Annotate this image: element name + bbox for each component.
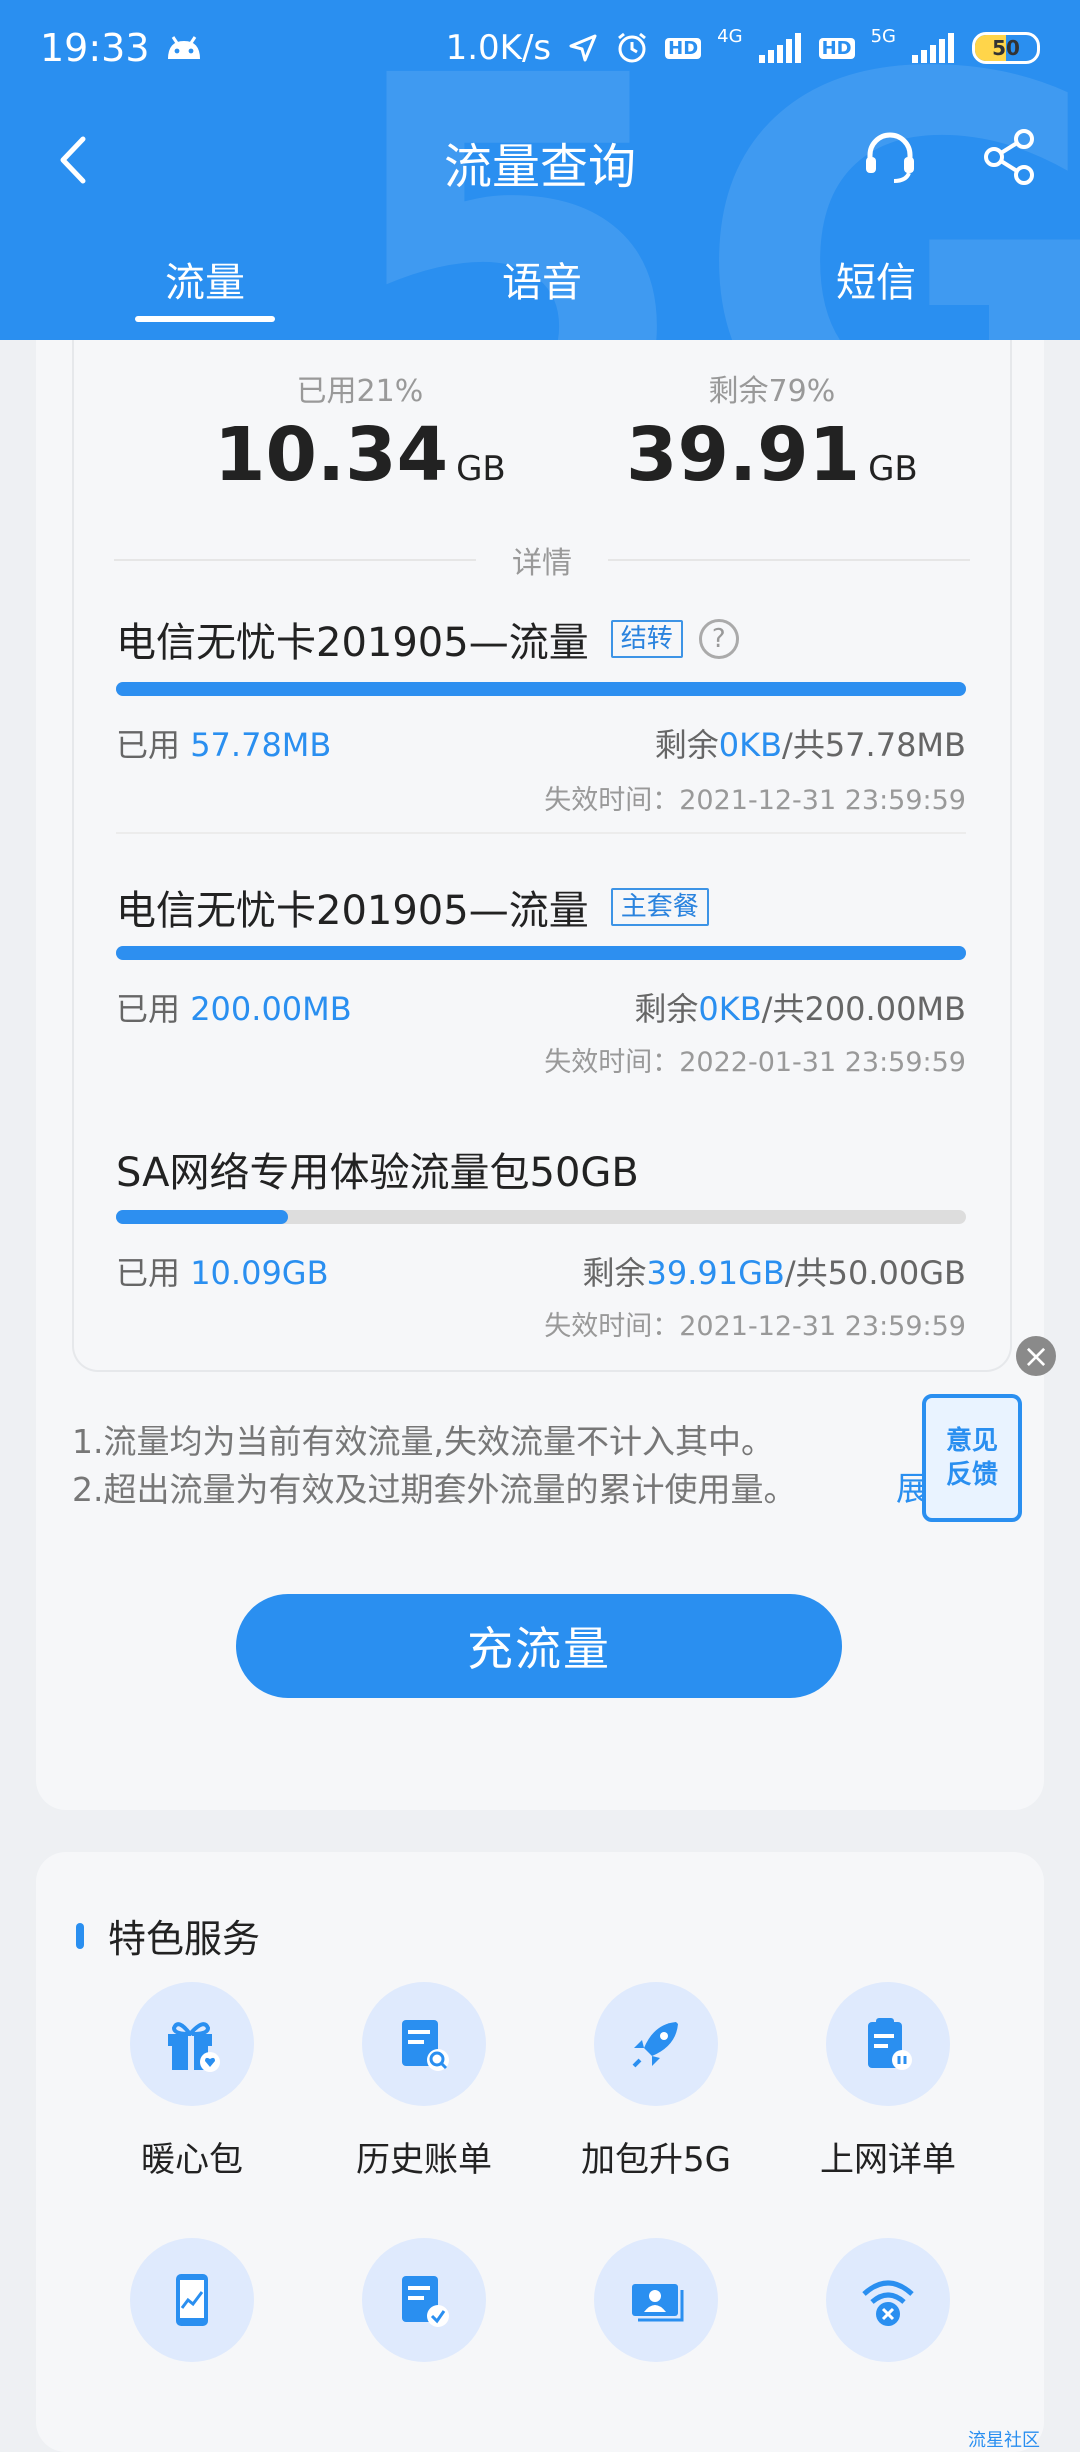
expire-time: 失效时间：2021-12-31 23:59:59 [544,1311,966,1342]
share-icon[interactable] [980,127,1040,187]
service-history-bill[interactable]: 历史账单 [324,1982,524,2181]
bill-check-icon [362,2238,486,2362]
alarm-icon [618,32,647,63]
service-label: 加包升5G [581,2140,731,2180]
hd-badge-1: HD [665,37,702,59]
package-item: 电信无忧卡201905—流量 主套餐 已用 200.00MB 剩余0KB/共20… [116,878,966,1078]
status-time: 19:33 [40,26,150,70]
tab-bar: 流量 语音 短信 [0,250,1080,322]
signal-icon-1 [758,33,801,63]
service-upgrade-5g[interactable]: 加包升5G [556,1982,756,2181]
remain-text: 剩余0KB/共57.78MB [654,726,966,764]
sim1-network: 4G [717,25,743,47]
service-item[interactable] [788,2238,988,2362]
bill-search-icon [362,1982,486,2106]
feedback-button[interactable]: 意见 反馈 [922,1394,1022,1522]
data-usage-card: 已用21% 10.34 GB 剩余79% 39.91 GB 详情 电信无忧卡2019… [36,340,1044,1810]
wifi-off-icon [826,2238,950,2362]
detail-divider: 详情 [114,540,970,581]
usage-details-panel: 已用21% 10.34 GB 剩余79% 39.91 GB 详情 电信无忧卡2019… [72,340,1012,1372]
usage-notes: 1.流量均为当前有效流量,失效流量不计入其中。 2.超出流量为有效及过期套外流量… [72,1418,797,1514]
hd-badge-2: HD [818,37,855,59]
net-speed: 1.0K/s [445,28,552,68]
expire-time: 失效时间：2022-01-31 23:59:59 [544,1047,966,1078]
package-item: SA网络专用体验流量包50GB 已用 10.09GB 剩余39.91GB/共50… [116,1140,966,1342]
header: 5G 19:33 1.0K/s HD 4G HD 5G 50 流量查询 流量 语… [0,0,1080,340]
rocket-icon [594,1982,718,2106]
recharge-data-button[interactable]: 充流量 [236,1594,842,1698]
remain-percent-label: 剩余79% [708,374,836,409]
section-marker [76,1922,84,1949]
close-icon[interactable]: × [1016,1336,1056,1376]
usage-progress-bar [116,946,966,960]
id-card-icon [594,2238,718,2362]
package-tag: 结转 [610,620,683,658]
section-title: 特色服务 [76,1908,260,1963]
package-item: 电信无忧卡201905—流量 结转 ? 已用 57.78MB 剩余0KB/共57… [116,610,966,834]
location-arrow-icon [569,34,597,62]
remain-text: 剩余0KB/共200.00MB [634,990,966,1028]
signal-icon-2 [912,33,954,63]
service-label: 暖心包 [141,2140,243,2180]
service-item[interactable] [324,2238,524,2362]
tab-data[interactable]: 流量 [135,250,275,322]
used-unit: GB [456,449,506,489]
battery-icon: 50 [972,32,1040,64]
phone-chart-icon [130,2238,254,2362]
used-text: 已用 57.78MB [116,726,332,764]
package-name: 电信无忧卡201905—流量 [116,888,589,934]
feedback-line-1: 意见 [945,1426,998,1456]
sim2-network: 5G [870,25,896,47]
used-text: 已用 200.00MB [116,990,352,1028]
remain-summary: 剩余79% 39.91 GB [626,366,918,498]
tab-voice[interactable]: 语音 [502,250,582,308]
feedback-line-2: 反馈 [945,1460,998,1490]
help-icon[interactable]: ? [698,619,739,659]
nav-bar: 流量查询 [0,115,1080,205]
customer-service-icon[interactable] [860,127,920,187]
detail-label: 详情 [512,546,572,581]
remain-unit: GB [868,449,918,489]
note-line-2: 2.超出流量为有效及过期套外流量的累计使用量。 [72,1470,797,1509]
remain-amount: 39.91 [626,412,861,498]
used-summary: 已用21% 10.34 GB [214,366,506,498]
service-item[interactable] [92,2238,292,2362]
package-name: 电信无忧卡201905—流量 [116,620,589,666]
usage-progress-bar [116,682,966,696]
service-data-detail[interactable]: 上网详单 [788,1982,988,2181]
corner-watermark: 流星社区 [968,2430,1040,2451]
android-icon [167,36,200,59]
gift-icon [130,1982,254,2106]
service-label: 历史账单 [356,2140,492,2180]
service-item[interactable] [556,2238,756,2362]
services-card: 特色服务 暖心包 历史账单 加包升5G 上网详单 流星社区 [36,1852,1044,2452]
status-bar: 19:33 1.0K/s HD 4G HD 5G 50 [40,18,1040,78]
service-warm-pack[interactable]: 暖心包 [92,1982,292,2181]
expire-time: 失效时间：2021-12-31 23:59:59 [544,785,966,816]
tab-sms[interactable]: 短信 [836,250,916,308]
clipboard-icon [826,1982,950,2106]
note-line-1: 1.流量均为当前有效流量,失效流量不计入其中。 [72,1422,774,1461]
used-amount: 10.34 [214,412,449,498]
usage-progress-bar [116,1210,966,1224]
package-name: SA网络专用体验流量包50GB [116,1150,639,1196]
used-text: 已用 10.09GB [116,1254,329,1292]
remain-text: 剩余39.91GB/共50.00GB [582,1254,966,1292]
used-percent-label: 已用21% [296,374,424,409]
divider [116,832,966,834]
service-label: 上网详单 [820,2140,956,2180]
package-tag: 主套餐 [610,888,709,926]
